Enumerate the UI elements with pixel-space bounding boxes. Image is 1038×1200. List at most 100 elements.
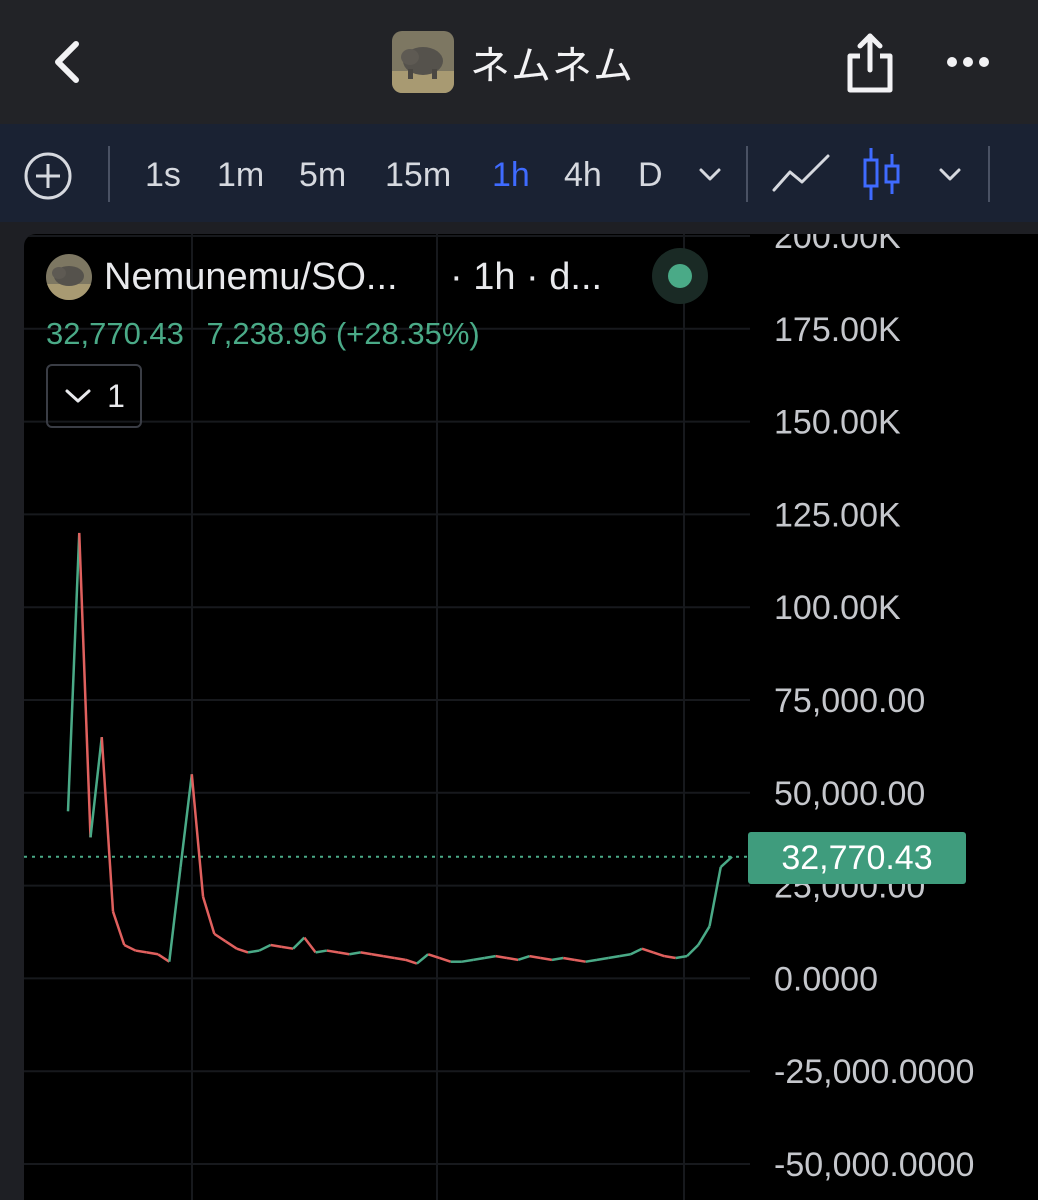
share-button[interactable] [842,32,898,94]
timeframe-d[interactable]: D [638,150,663,200]
add-indicator-icon [24,152,72,200]
page-title: ネムネム [470,44,634,88]
y-axis-tick-label: 75,000.00 [774,682,925,720]
price-series-segment [224,940,238,950]
price-series-segment [484,954,496,960]
more-icon [947,57,957,67]
chevron-left-icon [55,41,79,83]
price-series-segment [179,774,194,868]
price-series-segment [168,866,182,962]
price-series-segment [438,956,452,963]
price-series-segment [551,956,564,962]
more-button[interactable] [940,44,996,80]
price-series-segment [495,954,508,960]
price-series-segment [461,958,474,963]
timeframe-4h[interactable]: 4h [564,150,602,200]
price-series-segment [675,954,688,960]
price-series-segment [686,944,700,958]
price-series-segment [394,956,406,962]
price-series-segment [123,943,137,952]
chevron-down-icon [65,389,91,403]
price-series-segment [405,958,418,965]
indicator-count: 1 [107,377,125,414]
y-axis-tick-label: 100.00K [774,589,901,627]
price-series-segment [270,943,283,949]
price-series-segment [517,954,530,962]
last-price-value: 32,770.43 [46,316,184,351]
candlestick-icon [863,148,900,200]
toolbar-divider [746,146,748,202]
price-series-segment [574,958,586,963]
price-series-segment [111,911,126,946]
price-series-segment [315,949,328,954]
price-series-segment [585,958,598,963]
candlestick-chart-button[interactable] [860,146,904,202]
price-series-segment [146,951,159,956]
price-chart[interactable]: 200.00K 175.00K 150.00K 125.00K 100.00K 75,00… [24,234,1038,1200]
price-series-segment [708,866,722,927]
y-axis-tick-label: 200.00K [774,234,901,256]
share-icon [847,33,893,93]
y-axis-tick-label: 0.0000 [774,960,878,998]
price-series-segment [292,936,306,950]
price-series-segment [201,896,216,935]
chart-type-dropdown[interactable] [934,160,966,188]
y-axis-tick-label: 125.00K [774,496,901,534]
token-title-group: ネムネム [392,30,634,94]
price-series-segment [337,951,350,956]
timeframe-1m[interactable]: 1m [217,150,264,200]
pair-interval: · 1h · d... [450,256,603,298]
price-series-segment [641,947,654,954]
price-series-segment [360,951,373,956]
last-price-tag-text: 32,770.43 [781,839,933,877]
pair-avatar [46,254,92,300]
back-button[interactable] [44,38,92,86]
price-series-segment [78,532,92,838]
chevron-down-icon [699,168,721,181]
price-series-segment [349,951,361,956]
price-series-segment [472,956,485,962]
line-chart-button[interactable] [770,150,834,198]
indicators-toggle-button[interactable]: 1 [46,364,142,428]
token-avatar [392,31,454,93]
price-series-segment [562,956,575,962]
last-price-tag: 32,770.43 [748,832,966,884]
timeframe-1h[interactable]: 1h [492,150,530,200]
price-series-segment [66,532,81,812]
price-series-segment [697,925,711,946]
y-axis-tick-label: 175.00K [774,311,901,349]
price-series-segment [596,956,609,962]
price-series-segment [416,953,429,965]
price-series-segment [540,956,553,962]
timeframe-dropdown[interactable] [694,160,726,188]
price-series-segment [303,936,317,954]
price-series-segment [281,945,294,950]
toolbar-divider [988,146,990,202]
y-axis-tick-label: -50,000.0000 [774,1146,974,1184]
price-series-segment [506,956,519,962]
price-series-segment [236,947,249,954]
add-indicator-button[interactable] [22,150,74,202]
chevron-down-icon [939,168,961,181]
chart-panel[interactable]: 200.00K 175.00K 150.00K 125.00K 100.00K 75,00… [24,234,1038,1200]
line-chart-icon [772,154,830,192]
y-axis-tick-label: 150.00K [774,404,901,442]
price-series-segment [664,954,676,960]
price-series-segment [607,954,620,960]
price-series-segment [89,736,104,838]
price-series-segment [326,949,339,954]
timeframe-5m[interactable]: 5m [299,150,346,200]
price-series-segment [652,951,665,958]
price-series-segment [135,949,147,954]
price-series-segment [157,953,170,963]
timeframe-15m[interactable]: 15m [385,150,451,200]
price-series-segment [529,954,541,960]
live-status-dot [668,264,692,288]
price-series-segment [247,949,260,954]
timeframe-1s[interactable]: 1s [145,150,181,200]
price-series-segment [382,954,395,960]
price-series-segment [213,932,227,943]
y-axis-tick-label: 50,000.00 [774,775,925,813]
price-series-segment [619,953,631,958]
y-axis-tick-label: -25,000.0000 [774,1053,974,1091]
